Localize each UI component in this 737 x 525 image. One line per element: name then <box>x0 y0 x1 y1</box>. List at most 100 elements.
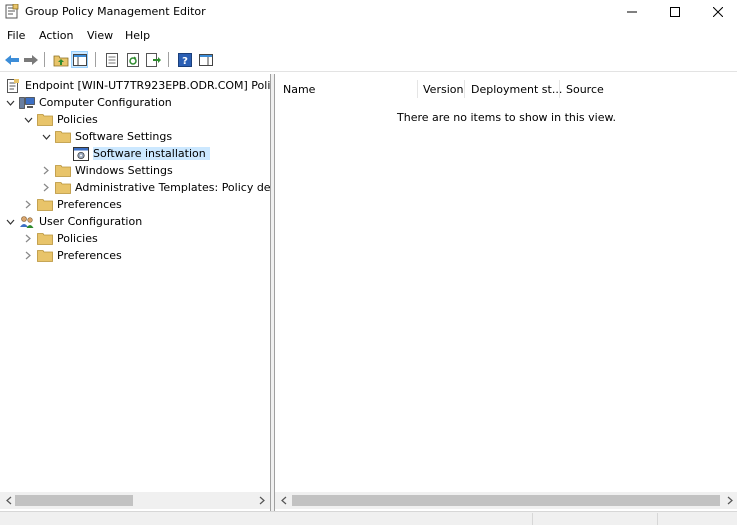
tree-item-uc-preferences[interactable]: Preferences <box>23 247 122 264</box>
menu-bar: File Action View Help <box>0 26 737 46</box>
up-folder-icon <box>53 55 68 66</box>
gpo-document-icon <box>5 78 21 93</box>
chevron-right-icon[interactable] <box>41 183 51 193</box>
tree-item-administrative-templates[interactable]: Administrative Templates: Policy defini <box>41 179 271 196</box>
tree-item-label: User Configuration <box>39 215 143 228</box>
chevron-down-icon[interactable] <box>23 115 33 125</box>
tree-item-cc-preferences[interactable]: Preferences <box>23 196 122 213</box>
scroll-right-button[interactable] <box>721 492 737 509</box>
column-header-source[interactable]: Source <box>566 78 604 100</box>
console-tree[interactable]: Endpoint [WIN-UT7TR923EPB.ODR.COM] Polic… <box>0 74 271 511</box>
refresh-icon <box>126 52 139 67</box>
users-icon <box>19 215 35 229</box>
maximize-icon <box>670 7 680 17</box>
toolbar-separator <box>168 52 169 67</box>
back-arrow-icon <box>4 54 19 65</box>
status-separator <box>532 513 533 525</box>
tree-item-label: Windows Settings <box>75 164 173 177</box>
close-button[interactable] <box>695 0 737 24</box>
column-divider[interactable] <box>417 80 418 98</box>
chevron-right-icon[interactable] <box>41 166 51 176</box>
minimize-button[interactable] <box>609 0 655 24</box>
window-title: Group Policy Management Editor <box>25 5 206 18</box>
tree-item-label: Administrative Templates: Policy defini <box>75 181 271 194</box>
toolbar-separator <box>44 52 45 67</box>
empty-list-message: There are no items to show in this view. <box>397 111 616 124</box>
up-one-level-button[interactable] <box>52 51 69 68</box>
column-header-deployment-state[interactable]: Deployment st... <box>471 78 562 100</box>
status-bar <box>0 511 737 525</box>
scroll-right-button[interactable] <box>253 492 270 509</box>
forward-arrow-icon <box>23 54 38 65</box>
export-list-button[interactable] <box>145 51 162 68</box>
chevron-down-icon[interactable] <box>41 132 51 142</box>
tree-item-label: Software Settings <box>75 130 173 143</box>
column-header-name[interactable]: Name <box>283 78 315 100</box>
menu-file[interactable]: File <box>7 29 25 42</box>
chevron-left-icon <box>280 496 286 505</box>
tree-horizontal-scrollbar[interactable] <box>0 492 270 509</box>
scroll-left-button[interactable] <box>275 492 292 509</box>
computer-icon <box>19 96 35 110</box>
show-hide-tree-icon <box>72 53 87 66</box>
forward-button[interactable] <box>22 51 39 68</box>
chevron-right-icon <box>727 496 733 505</box>
export-list-icon <box>145 52 161 67</box>
folder-icon <box>37 232 53 246</box>
tree-item-label: Endpoint [WIN-UT7TR923EPB.ODR.COM] Polic… <box>25 79 271 92</box>
chevron-down-icon[interactable] <box>5 98 15 108</box>
chevron-down-icon[interactable] <box>5 217 15 227</box>
tree-item-windows-settings[interactable]: Windows Settings <box>41 162 173 179</box>
tree-item-label: Preferences <box>57 198 122 211</box>
tree-item-label: Policies <box>57 113 98 126</box>
menu-view[interactable]: View <box>87 29 113 42</box>
properties-icon <box>105 52 118 67</box>
folder-icon <box>37 249 53 263</box>
chevron-left-icon <box>5 496 11 505</box>
tree-item-label: Policies <box>57 232 98 245</box>
chevron-right-icon[interactable] <box>23 200 33 210</box>
tree-item-label: Preferences <box>57 249 122 262</box>
folder-icon <box>55 181 71 195</box>
scroll-thumb[interactable] <box>292 495 720 506</box>
svg-text:?: ? <box>182 56 188 67</box>
folder-icon <box>55 164 71 178</box>
column-divider[interactable] <box>559 80 560 98</box>
result-horizontal-scrollbar[interactable] <box>275 492 737 509</box>
menu-help[interactable]: Help <box>125 29 150 42</box>
status-separator <box>657 513 658 525</box>
minimize-icon <box>627 11 637 13</box>
folder-icon <box>37 198 53 212</box>
tree-item-cc-policies[interactable]: Policies <box>23 111 98 128</box>
column-header-version[interactable]: Version <box>423 78 463 100</box>
tree-item-uc-policies[interactable]: Policies <box>23 230 98 247</box>
maximize-button[interactable] <box>652 0 698 24</box>
console-icon <box>198 53 213 66</box>
help-icon: ? <box>177 52 192 67</box>
show-hide-console-tree-button[interactable] <box>71 51 88 68</box>
show-action-pane-button[interactable] <box>197 51 214 68</box>
toolbar-separator <box>95 52 96 67</box>
column-divider[interactable] <box>464 80 465 98</box>
help-button[interactable]: ? <box>176 51 193 68</box>
tree-item-root-policy[interactable]: Endpoint [WIN-UT7TR923EPB.ODR.COM] Polic… <box>5 77 271 94</box>
toolbar: ? <box>0 47 737 72</box>
folder-icon <box>55 130 71 144</box>
chevron-right-icon <box>259 496 265 505</box>
software-installation-icon <box>73 146 89 161</box>
properties-button[interactable] <box>103 51 120 68</box>
result-pane[interactable]: Name Version Deployment st... Source The… <box>274 74 737 511</box>
back-button[interactable] <box>3 51 20 68</box>
close-icon <box>713 7 723 17</box>
chevron-right-icon[interactable] <box>23 234 33 244</box>
tree-item-user-configuration[interactable]: User Configuration <box>5 213 142 230</box>
refresh-button[interactable] <box>124 51 141 68</box>
chevron-right-icon[interactable] <box>23 251 33 261</box>
menu-action[interactable]: Action <box>39 29 73 42</box>
tree-item-software-settings[interactable]: Software Settings <box>41 128 172 145</box>
gpo-editor-app-icon <box>5 3 19 19</box>
tree-item-computer-configuration[interactable]: Computer Configuration <box>5 94 172 111</box>
title-bar: Group Policy Management Editor <box>0 0 737 24</box>
tree-item-software-installation[interactable]: Software installation <box>73 145 210 162</box>
scroll-thumb[interactable] <box>15 495 133 506</box>
